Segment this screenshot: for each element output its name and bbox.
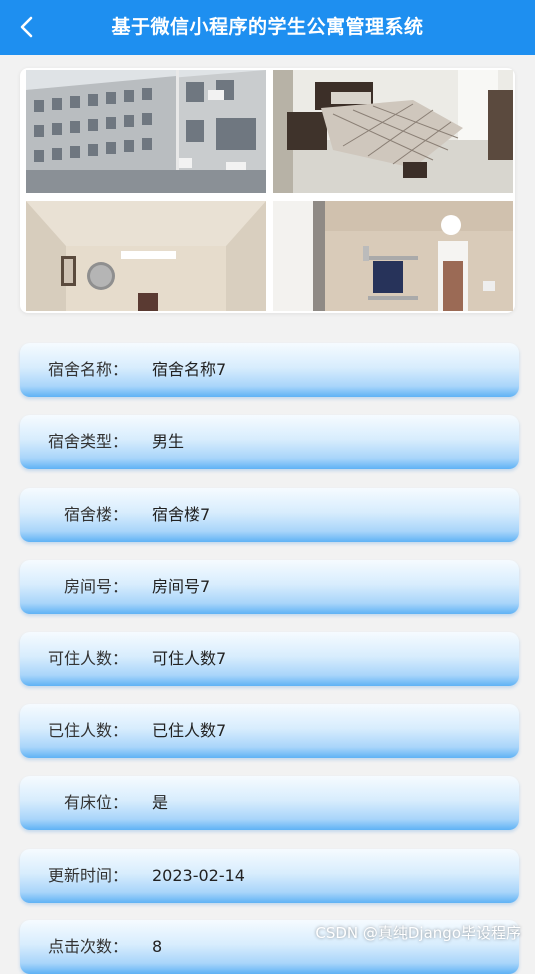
field-building: 宿舍楼： 宿舍楼7 [20,488,519,542]
field-value: 宿舍名称7 [152,360,227,379]
field-capacity: 可住人数： 可住人数7 [20,632,519,686]
field-label: 宿舍楼： [63,505,128,524]
field-dorm-name: 宿舍名称： 宿舍名称7 [20,343,519,397]
field-label: 更新时间： [47,866,128,885]
field-label: 点击次数： [47,937,128,956]
field-value: 2023-02-14 [152,866,245,885]
field-value: 已住人数7 [152,721,227,740]
field-room-number: 房间号： 房间号7 [20,560,519,614]
page-title: 基于微信小程序的学生公寓管理系统 [111,16,424,38]
field-label: 已住人数： [47,721,128,740]
bathroom-photo [273,201,513,311]
field-update-time: 更新时间： 2023-02-14 [20,849,519,903]
field-label: 有床位： [63,793,128,812]
field-label: 宿舍类型： [47,432,128,451]
field-value: 房间号7 [152,577,211,596]
watermark: CSDN @真纯Django毕设程序 [315,924,521,942]
field-dorm-type: 宿舍类型： 男生 [20,415,519,469]
field-bed-available: 有床位： 是 [20,776,519,830]
photo-gallery [20,68,515,313]
field-occupied: 已住人数： 已住人数7 [20,704,519,758]
field-label: 房间号： [63,577,128,596]
field-value: 可住人数7 [152,649,227,668]
building-photo [26,70,266,193]
room-photo [26,201,266,311]
field-value: 是 [152,793,169,812]
field-label: 可住人数： [47,649,128,668]
field-value: 宿舍楼7 [152,505,211,524]
bedroom-photo [273,70,513,193]
top-bar: 基于微信小程序的学生公寓管理系统 [0,0,535,55]
field-label: 宿舍名称： [47,360,128,379]
field-value: 男生 [152,432,185,451]
field-value: 8 [152,937,163,956]
